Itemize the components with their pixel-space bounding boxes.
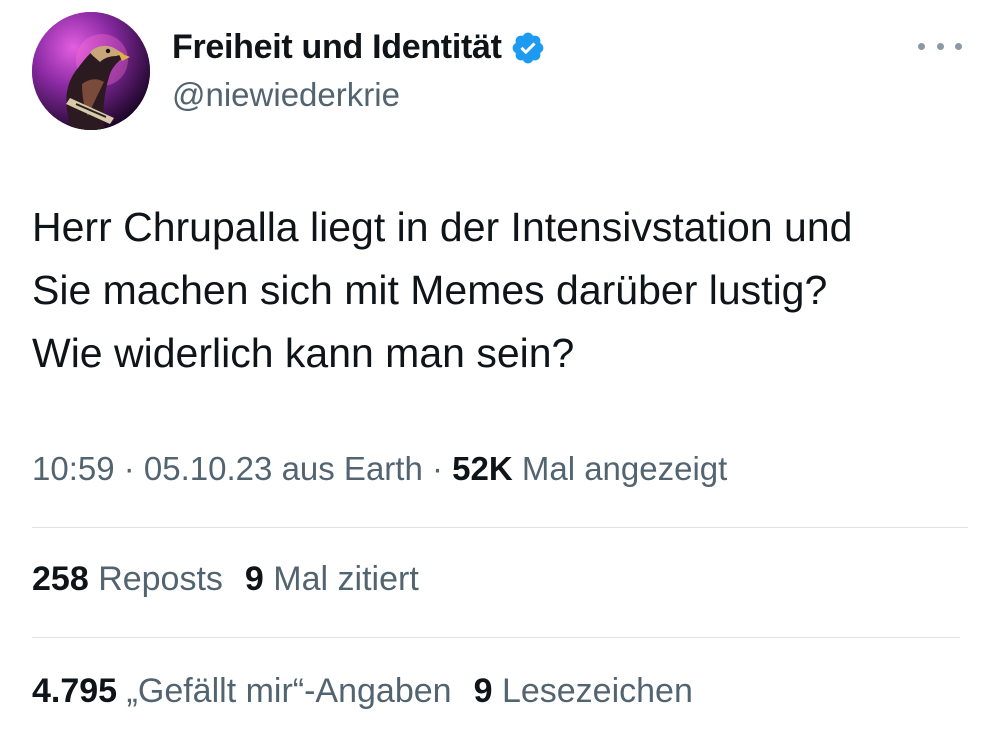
views-count: 52K <box>452 450 513 487</box>
likes-count: 4.795 <box>32 672 118 710</box>
author-name-row: Freiheit und Identität <box>172 28 546 67</box>
meta-separator: · <box>114 450 144 487</box>
tweet-time[interactable]: 10:59 <box>32 450 115 487</box>
reposts-stat[interactable]: 258 Reposts <box>32 560 223 599</box>
quotes-stat[interactable]: 9 Mal zitiert <box>245 560 419 599</box>
bookmarks-label: Lesezeichen <box>501 672 693 710</box>
tweet-card: Freiheit und Identität @niewiederkrie He… <box>0 0 1000 744</box>
more-dot <box>936 42 944 50</box>
views-label: Mal angezeigt <box>521 450 728 487</box>
reposts-count: 258 <box>32 560 89 598</box>
author-handle[interactable]: @niewiederkrie <box>172 76 400 114</box>
more-dot <box>918 42 925 50</box>
bookmarks-stat[interactable]: 9 Lesezeichen <box>474 672 693 711</box>
engagement-stats-row-2: 4.795 „Gefällt mir“-Angaben 9 Lesezeiche… <box>32 672 693 711</box>
engagement-stats-row-1: 258 Reposts 9 Mal zitiert <box>32 560 419 599</box>
more-options-icon[interactable] <box>918 32 962 60</box>
eagle-avatar-icon <box>32 12 150 130</box>
tweet-source: aus Earth <box>281 450 423 487</box>
reposts-label: Reposts <box>98 560 223 598</box>
bookmarks-count: 9 <box>473 672 493 710</box>
likes-label: „Gefällt mir“-Angaben <box>126 672 452 710</box>
tweet-date[interactable]: 05.10.23 <box>144 450 272 487</box>
tweet-text-line: Sie machen sich mit Memes darüber lustig… <box>32 267 828 313</box>
display-name[interactable]: Freiheit und Identität <box>172 28 502 67</box>
more-dot <box>955 42 962 50</box>
quotes-count: 9 <box>244 560 264 598</box>
likes-stat[interactable]: 4.795 „Gefällt mir“-Angaben <box>32 672 452 711</box>
meta-separator: · <box>422 450 453 487</box>
avatar[interactable] <box>32 12 150 130</box>
tweet-text-line: Herr Chrupalla liegt in der Intensivstat… <box>32 204 853 250</box>
tweet-meta: 10:59 · 05.10.23 aus Earth · 52K Mal ang… <box>32 450 727 488</box>
verified-badge-icon <box>512 32 543 63</box>
tweet-text-line: Wie widerlich kann man sein? <box>32 330 575 376</box>
divider <box>32 637 960 638</box>
tweet-text: Herr Chrupalla liegt in der Intensivstat… <box>32 196 972 385</box>
divider <box>32 527 968 528</box>
quotes-label: Mal zitiert <box>273 560 419 598</box>
